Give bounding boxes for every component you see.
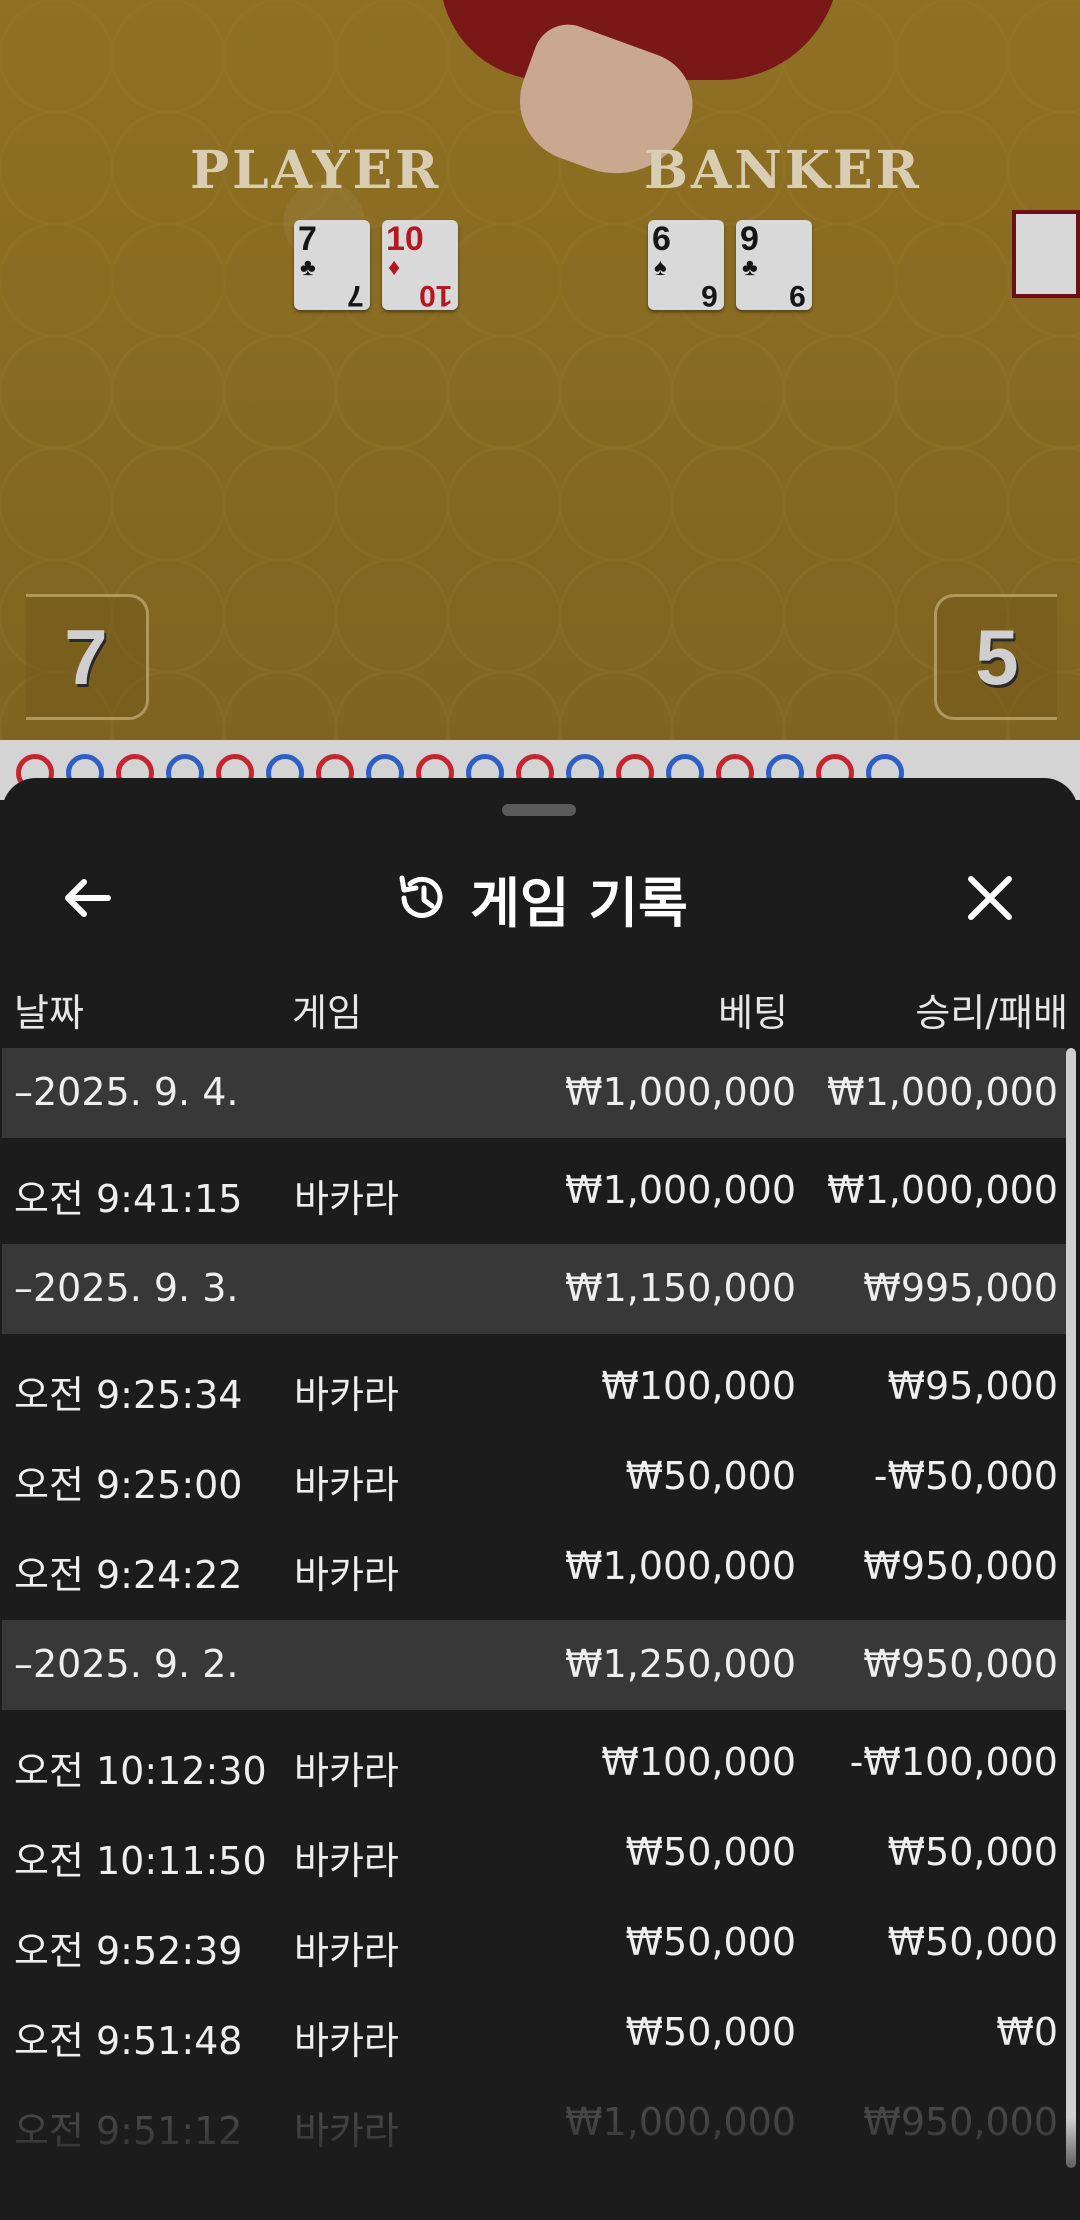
row-game: 바카라 [294, 1463, 399, 1507]
row-bet: ₩50,000 [625, 2010, 796, 2054]
row-date: –2025. 9. 2. [14, 1642, 239, 1686]
row-time: 오전 10:12:30 [14, 1749, 267, 1793]
column-bet: 베팅 [718, 991, 788, 1035]
row-bet: ₩50,000 [625, 1454, 796, 1498]
row-time: 오전 9:51:48 [14, 2019, 243, 2063]
row-bet: ₩1,000,000 [565, 1168, 796, 1212]
banker-label: BANKER [644, 140, 922, 201]
table-row: 오전 9:25:34 바카라 ₩100,000 ₩95,000 [2, 1342, 1066, 1432]
card-rank-inverted: 10 [418, 279, 452, 312]
row-game: 바카라 [294, 1177, 399, 1221]
banker-score: 5 [934, 594, 1057, 720]
row-time: 오전 9:25:34 [14, 1373, 243, 1417]
card-rank-inverted: 6 [701, 279, 718, 312]
history-list[interactable]: –2025. 9. 4. ₩1,000,000 ₩1,000,000 오전 9:41:… [2, 1048, 1066, 2168]
history-column-headers: 날짜 게임 베팅 승리/패배 [2, 968, 1078, 1038]
row-game: 바카라 [294, 1929, 399, 1973]
game-history-sheet: 게임 기록 날짜 게임 베팅 승리/패배 –2025. 9. 4. ₩1,000,… [2, 778, 1078, 2220]
date-summary-row: –2025. 9. 4. ₩1,000,000 ₩1,000,000 [2, 1048, 1066, 1138]
row-bet: ₩50,000 [625, 1830, 796, 1874]
sheet-drag-handle[interactable] [502, 804, 576, 816]
table-row: 오전 9:52:39 바카라 ₩50,000 ₩50,000 [2, 1898, 1066, 1988]
row-win-loss: -₩100,000 [849, 1740, 1058, 1784]
row-bet: ₩100,000 [601, 1364, 796, 1408]
row-game: 바카라 [294, 2019, 399, 2063]
player-label: PLAYER [190, 140, 442, 201]
row-win-loss: ₩50,000 [887, 1920, 1058, 1964]
row-game: 바카라 [294, 1553, 399, 1597]
table-row: 오전 10:12:30 바카라 ₩100,000 -₩100,000 [2, 1718, 1066, 1808]
player-score: 7 [26, 594, 149, 720]
row-game: 바카라 [294, 1373, 399, 1417]
table-row: 오전 9:25:00 바카라 ₩50,000 -₩50,000 [2, 1432, 1066, 1522]
row-win-loss: ₩1,000,000 [827, 1070, 1058, 1114]
row-bet: ₩1,000,000 [565, 1544, 796, 1588]
card-suit: ♦ [388, 254, 401, 281]
date-summary-row: –2025. 9. 2. ₩1,250,000 ₩950,000 [2, 1620, 1066, 1710]
playing-card: 6 ♠ 6 [648, 220, 724, 312]
sheet-header: 게임 기록 [2, 838, 1078, 958]
row-date: –2025. 9. 3. [14, 1266, 239, 1310]
row-bet: ₩1,150,000 [565, 1266, 796, 1310]
row-game: 바카라 [294, 1749, 399, 1793]
card-shoe [1012, 210, 1080, 298]
row-win-loss: ₩950,000 [863, 1544, 1058, 1588]
date-summary-row: –2025. 9. 3. ₩1,150,000 ₩995,000 [2, 1244, 1066, 1334]
close-icon [968, 876, 1012, 920]
column-date: 날짜 [14, 991, 84, 1035]
row-win-loss: ₩95,000 [887, 1364, 1058, 1408]
row-time: 오전 9:41:15 [14, 1177, 243, 1221]
row-time: 오전 10:11:50 [14, 1839, 267, 1883]
row-bet: ₩50,000 [625, 1920, 796, 1964]
list-bottom-fade [2, 2118, 1078, 2220]
row-win-loss: ₩1,000,000 [827, 1168, 1058, 1212]
table-row: 오전 9:51:48 바카라 ₩50,000 ₩0 [2, 1988, 1066, 2078]
table-row: 오전 9:24:22 바카라 ₩1,000,000 ₩950,000 [2, 1522, 1066, 1612]
row-win-loss: ₩0 [996, 2010, 1058, 2054]
row-time: 오전 9:24:22 [14, 1553, 243, 1597]
row-bet: ₩100,000 [601, 1740, 796, 1784]
row-game: 바카라 [294, 1839, 399, 1883]
row-win-loss: ₩50,000 [887, 1830, 1058, 1874]
row-time: 오전 9:52:39 [14, 1929, 243, 1973]
row-bet: ₩1,000,000 [565, 1070, 796, 1114]
sheet-title-group: 게임 기록 [2, 856, 1078, 940]
sheet-title: 게임 기록 [470, 871, 688, 935]
card-suit: ♣ [300, 254, 316, 281]
playing-card: 10 ♦ 10 [382, 220, 458, 312]
card-suit: ♠ [654, 254, 667, 281]
row-win-loss: -₩50,000 [873, 1454, 1058, 1498]
row-date: –2025. 9. 4. [14, 1070, 239, 1114]
row-win-loss: ₩950,000 [863, 1642, 1058, 1686]
row-time: 오전 9:25:00 [14, 1463, 243, 1507]
playing-card: 7 ♣ 7 [294, 220, 370, 312]
history-icon [399, 875, 443, 918]
card-rank-inverted: 7 [347, 279, 364, 312]
row-bet: ₩1,250,000 [565, 1642, 796, 1686]
card-suit: ♣ [742, 254, 758, 281]
card-rank-inverted: 9 [789, 279, 806, 312]
history-scrollbar[interactable] [1066, 1048, 1076, 2168]
table-row: 오전 9:41:15 바카라 ₩1,000,000 ₩1,000,000 [2, 1146, 1066, 1236]
close-button[interactable] [950, 858, 1030, 938]
playing-card: 9 ♣ 9 [736, 220, 812, 312]
row-win-loss: ₩995,000 [863, 1266, 1058, 1310]
baccarat-table-video: PLAYER BANKER 7 ♣ 7 10 ♦ 10 6 ♠ 6 9 ♣ 9 7 5 [0, 0, 1080, 740]
column-game: 게임 [292, 991, 362, 1035]
table-row: 오전 10:11:50 바카라 ₩50,000 ₩50,000 [2, 1808, 1066, 1898]
column-win-loss: 승리/패배 [915, 991, 1068, 1035]
